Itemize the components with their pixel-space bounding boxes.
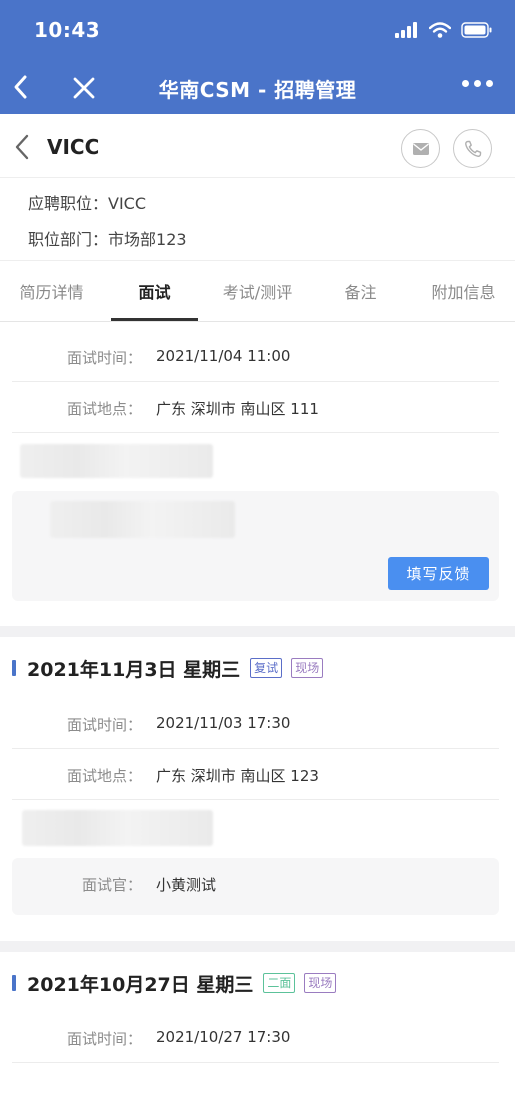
interviewer-value: 小黄测试 (156, 876, 217, 894)
signal-icon (395, 22, 417, 38)
interview-place-row: 面试地点： 广东 深圳市 南山区 123 (12, 749, 499, 800)
redacted-block (22, 810, 213, 846)
mode-tag: 现场 (291, 658, 324, 678)
phone-icon (464, 140, 481, 157)
tab-notes[interactable]: 备注 (309, 261, 412, 321)
position-row: 应聘职位：VICC (28, 190, 146, 214)
redacted-block (20, 444, 213, 478)
interview-place-row: 面试地点： 广东 深圳市 南山区 111 (12, 382, 499, 433)
candidate-name: VICC (47, 135, 100, 159)
interview-time-row: 面试时间： 2021/11/03 17:30 (12, 698, 499, 749)
candidate-header: VICC (0, 114, 515, 178)
date-accent-bar (12, 660, 16, 676)
battery-icon (461, 22, 492, 38)
app-bar: 10:43 华南CSM - 招聘管理 (0, 0, 515, 114)
interview-place-label: 面试地点： (66, 400, 142, 418)
phone-button[interactable] (453, 129, 492, 168)
tab-interview[interactable]: 面试 (103, 261, 206, 321)
interview-time-row: 面试时间： 2021/11/04 11:00 (12, 331, 499, 382)
interview-time-label: 面试时间： (66, 1030, 142, 1048)
section-divider (0, 626, 515, 637)
status-time: 10:43 (34, 18, 101, 42)
position-label: 应聘职位： (28, 194, 109, 213)
interview-time-label: 面试时间： (66, 716, 142, 734)
status-icons (395, 20, 493, 40)
interview-time-value: 2021/11/03 17:30 (156, 714, 291, 732)
round-tag: 复试 (250, 658, 283, 678)
interview-time-row: 面试时间： 2021/10/27 17:30 (12, 1012, 499, 1063)
interview-place-value: 广东 深圳市 南山区 123 (156, 767, 319, 785)
interview-date: 2021年11月3日 星期三 (27, 658, 241, 681)
email-button[interactable] (401, 129, 440, 168)
department-value: 市场部123 (108, 230, 187, 249)
tab-resume[interactable]: 简历详情 (0, 261, 103, 321)
interview-date-header: 2021年11月3日 星期三 复试 现场 (12, 656, 332, 681)
fill-feedback-button[interactable]: 填写反馈 (388, 557, 489, 590)
candidate-back-icon[interactable] (14, 134, 30, 160)
section-divider (0, 941, 515, 952)
tab-bar: 简历详情 面试 考试/测评 备注 附加信息 (0, 260, 515, 322)
interviewer-row: 面试官： 小黄测试 (12, 858, 499, 909)
interview-time-value: 2021/11/04 11:00 (156, 347, 291, 365)
interview-time-value: 2021/10/27 17:30 (156, 1028, 291, 1046)
tab-extra-info[interactable]: 附加信息 (412, 261, 515, 321)
wifi-icon (429, 22, 451, 38)
position-value: VICC (108, 194, 147, 213)
interview-place-value: 广东 深圳市 南山区 111 (156, 400, 319, 418)
department-label: 职位部门： (28, 230, 109, 249)
page-title: 华南CSM - 招聘管理 (158, 78, 357, 102)
interview-date: 2021年10月27日 星期三 (27, 973, 254, 996)
mail-icon (412, 142, 429, 155)
mode-tag: 现场 (304, 973, 337, 993)
interviewer-label: 面试官： (81, 876, 142, 894)
candidate-info: 应聘职位：VICC 职位部门：市场部123 (0, 178, 515, 260)
interview-place-label: 面试地点： (66, 767, 142, 785)
interview-time-label: 面试时间： (66, 349, 142, 367)
more-icon[interactable] (462, 80, 493, 87)
redacted-block (50, 501, 235, 538)
round-tag: 二面 (263, 973, 296, 993)
interview-date-header: 2021年10月27日 星期三 二面 现场 (12, 971, 345, 996)
department-row: 职位部门：市场部123 (28, 226, 187, 250)
date-accent-bar (12, 975, 16, 991)
tab-exam[interactable]: 考试/测评 (206, 261, 309, 321)
